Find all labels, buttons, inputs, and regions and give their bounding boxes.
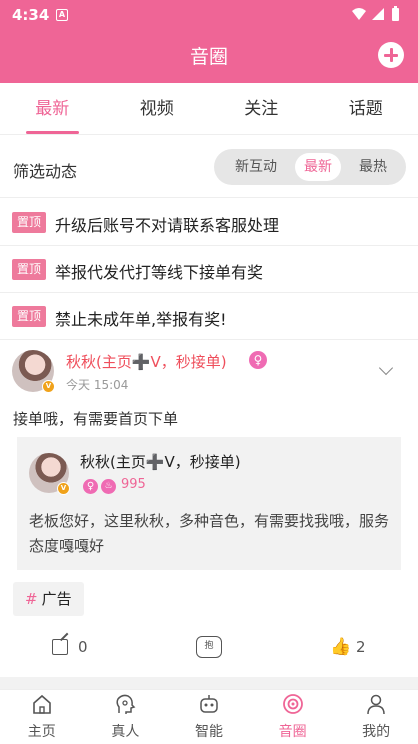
- thumbs-up-icon[interactable]: 👍: [330, 637, 351, 657]
- status-time: 4:34: [12, 6, 50, 24]
- filter-option-interaction[interactable]: 新互动: [224, 153, 288, 181]
- tab-latest[interactable]: 最新: [0, 83, 105, 134]
- bottom-nav: 主页 真人 智能 音圈 我的: [0, 689, 418, 744]
- notification-icon: A: [56, 9, 68, 21]
- pinned-text: 举报代发代打等线下接单有奖: [55, 263, 264, 282]
- pinned-item[interactable]: 置顶 举报代发代打等线下接单有奖: [0, 246, 418, 293]
- circle-target-icon: [282, 694, 303, 714]
- tab-topic[interactable]: 话题: [314, 83, 418, 134]
- home-icon: [32, 694, 51, 714]
- share-count: 0: [78, 638, 88, 656]
- voice-head-icon: [116, 694, 136, 714]
- share-icon[interactable]: [52, 639, 68, 655]
- nav-label: 真人: [111, 724, 140, 740]
- nav-smart[interactable]: 智能: [167, 690, 251, 744]
- robot-icon[interactable]: 抱: [196, 636, 222, 658]
- tab-follow[interactable]: 关注: [209, 83, 314, 134]
- hashtag-chip[interactable]: # 广告: [13, 582, 84, 616]
- quoted-text: 老板您好，这里秋秋，多种音色，有需要找我哦，服务态度嘎嘎好: [29, 512, 390, 555]
- verified-badge: V: [42, 380, 55, 393]
- chevron-down-icon[interactable]: [378, 360, 394, 376]
- pinned-item[interactable]: 置顶 禁止未成年单,举报有奖!: [0, 293, 418, 340]
- nav-label: 主页: [27, 724, 56, 740]
- filter-row: 筛选动态 新互动 最新 最热: [0, 136, 418, 198]
- female-icon: ♀: [83, 479, 98, 494]
- post-actions: 0 抱 👍 2: [0, 631, 418, 671]
- nav-circle[interactable]: 音圈: [251, 690, 335, 744]
- pinned-text: 升级后账号不对请联系客服处理: [55, 216, 280, 235]
- pinned-item[interactable]: 置顶 升级后账号不对请联系客服处理: [0, 199, 418, 246]
- post-content: 接单哦，有需要首页下单: [13, 410, 179, 428]
- person-icon: [367, 694, 385, 715]
- page-title: 音圈: [189, 46, 228, 68]
- female-icon: ♀: [249, 351, 267, 369]
- nav-label: 音圈: [278, 724, 307, 740]
- nav-label: 智能: [194, 724, 223, 740]
- post-time: 今天 15:04: [66, 378, 129, 392]
- app-header: 4:34 A 音圈: [0, 0, 418, 83]
- pinned-tag: 置顶: [12, 212, 46, 233]
- section-divider: [0, 677, 418, 689]
- post-author-name[interactable]: 秋秋(主页➕V，秒接单): [66, 351, 227, 372]
- add-post-button[interactable]: [378, 42, 404, 68]
- filter-segmented-control: 新互动 最新 最热: [214, 149, 406, 185]
- pinned-tag: 置顶: [12, 259, 46, 280]
- filter-label: 筛选动态: [13, 162, 78, 181]
- nav-real[interactable]: 真人: [84, 690, 168, 744]
- heat-count: 995: [121, 477, 146, 492]
- status-indicators-icon: [352, 6, 399, 21]
- quoted-profile-card[interactable]: V 秋秋(主页➕V，秒接单) ♀ ♨ 995 老板您好，这里秋秋，多种音色，有需…: [17, 437, 401, 570]
- verified-badge: V: [57, 482, 70, 495]
- pinned-text: 禁止未成年单,举报有奖!: [55, 310, 227, 329]
- robot-icon: [200, 695, 218, 713]
- nav-home[interactable]: 主页: [0, 690, 84, 744]
- nav-label: 我的: [362, 724, 391, 740]
- hashtag-label: 广告: [41, 590, 72, 608]
- nav-mine[interactable]: 我的: [334, 690, 418, 744]
- tab-video[interactable]: 视频: [105, 83, 210, 134]
- status-bar: 4:34 A: [0, 0, 418, 30]
- tab-bar: 最新 视频 关注 话题: [0, 83, 418, 135]
- quoted-name: 秋秋(主页➕V，秒接单): [80, 453, 241, 471]
- hash-symbol: #: [25, 590, 38, 608]
- like-count: 2: [356, 638, 366, 656]
- pinned-tag: 置顶: [12, 306, 46, 327]
- filter-option-latest[interactable]: 最新: [295, 153, 341, 181]
- filter-option-hot[interactable]: 最热: [348, 153, 398, 181]
- fire-icon: ♨: [101, 479, 116, 494]
